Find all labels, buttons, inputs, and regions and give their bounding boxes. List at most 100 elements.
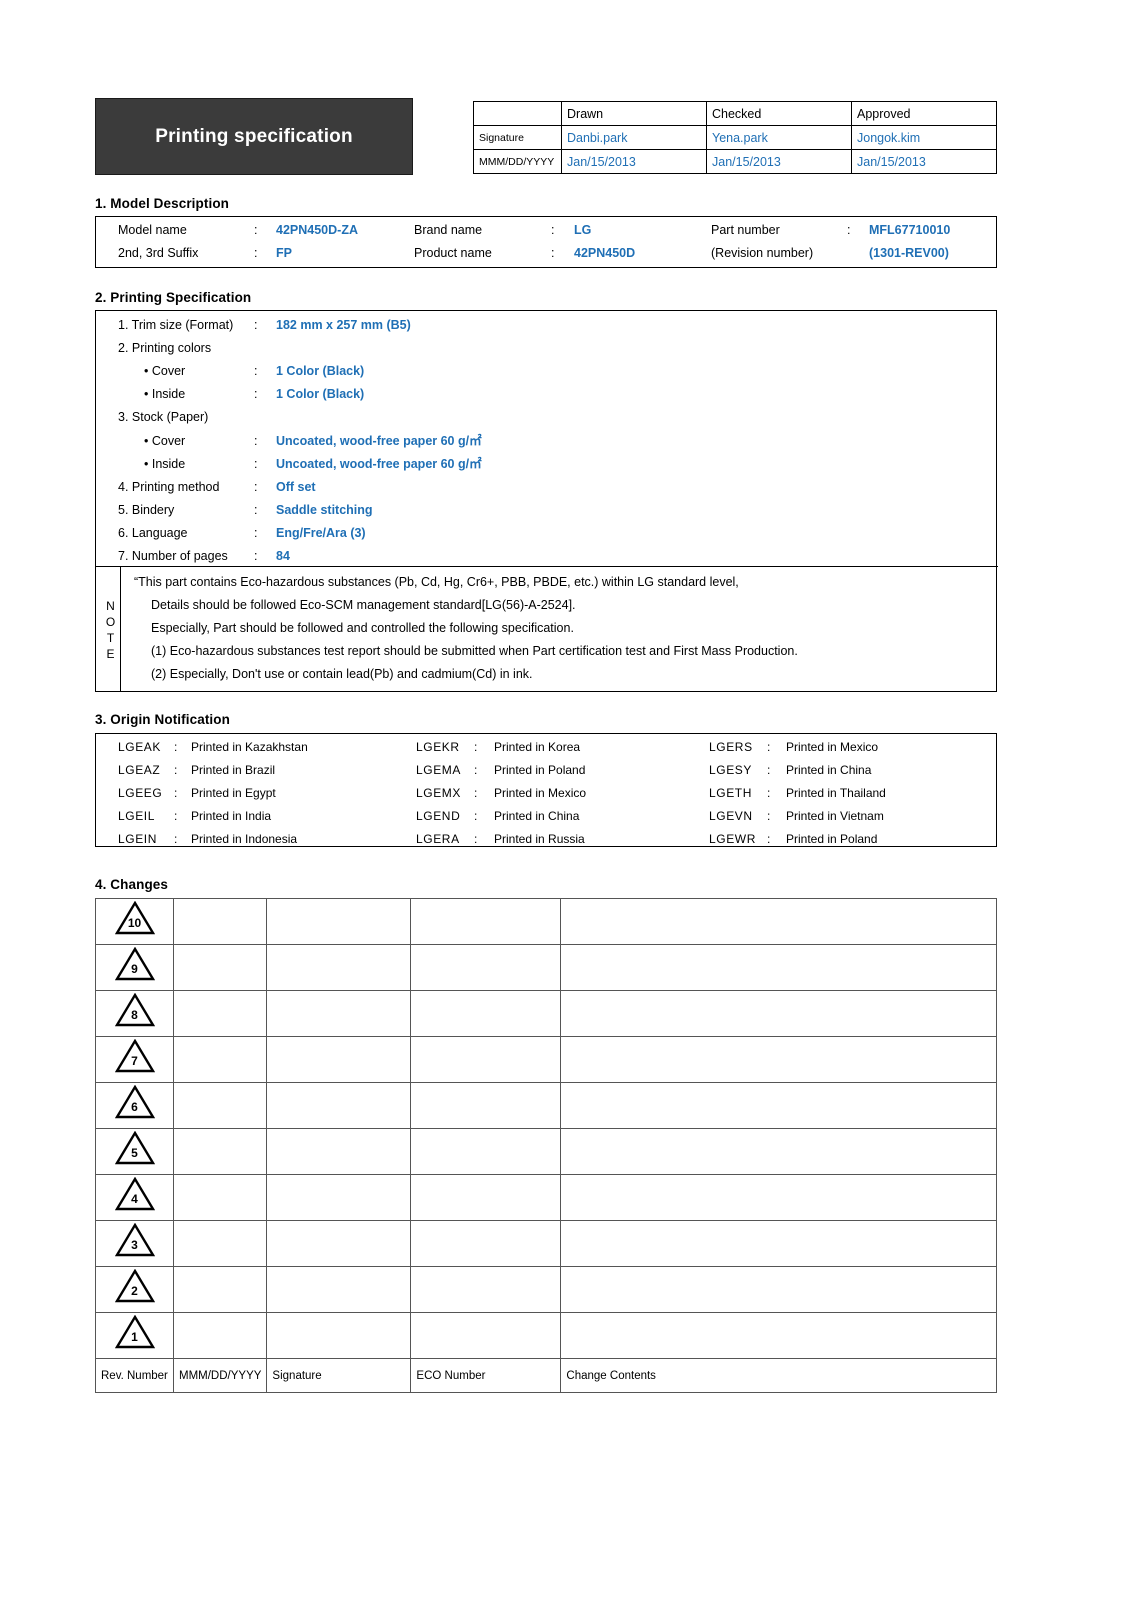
spec-value-bindery: Saddle stitching xyxy=(276,503,373,517)
origin-name-lgekr: Printed in Korea xyxy=(494,740,581,754)
rev-marker-cell: 3 xyxy=(95,1220,174,1267)
revision-number-value: (1301-REV00) xyxy=(869,246,949,260)
rev-date-cell[interactable] xyxy=(172,1174,268,1221)
rev-marker-cell: 5 xyxy=(95,1128,174,1175)
rev-contents-cell[interactable] xyxy=(560,1220,997,1267)
table-row[interactable]: 2 xyxy=(95,1266,997,1313)
revision-triangle-icon: 2 xyxy=(114,1269,155,1303)
table-row[interactable]: 7 xyxy=(95,1036,997,1083)
rev-date-cell[interactable] xyxy=(172,1082,268,1129)
spec-colon-language: : xyxy=(254,526,258,540)
origin-colon-lgers: : xyxy=(767,740,771,754)
origin-name-lgema: Printed in Poland xyxy=(494,763,586,777)
rev-eco-cell[interactable] xyxy=(410,898,562,945)
origin-name-lgers: Printed in Mexico xyxy=(786,740,879,754)
revision-triangle-icon: 10 xyxy=(114,901,155,935)
rev-eco-cell[interactable] xyxy=(410,1036,562,1083)
signature-checked: Yena.park xyxy=(706,125,852,150)
origin-name-lgend: Printed in China xyxy=(494,809,580,823)
rev-signature-cell[interactable] xyxy=(266,1174,412,1221)
table-row[interactable]: 3 xyxy=(95,1220,997,1267)
rev-signature-cell[interactable] xyxy=(266,1082,412,1129)
rev-signature-cell[interactable] xyxy=(266,1220,412,1267)
rev-number: 5 xyxy=(131,1146,138,1160)
origin-name-lgeak: Printed in Kazakhstan xyxy=(191,740,308,754)
part-number-value: MFL67710010 xyxy=(869,223,951,237)
changes-footer-row: Rev. Number MMM/DD/YYYY Signature ECO Nu… xyxy=(95,1358,997,1393)
rev-date-cell[interactable] xyxy=(172,990,268,1037)
spec-value-stock-inside: Uncoated, wood-free paper 60 g/㎡ xyxy=(276,457,482,471)
table-row[interactable]: 4 xyxy=(95,1174,997,1221)
rev-number: 7 xyxy=(131,1054,138,1068)
rev-contents-cell[interactable] xyxy=(560,1128,997,1175)
origin-code-lgewr: LGEWR xyxy=(709,832,757,846)
spec-label-number-of-pages: 7. Number of pages xyxy=(118,549,228,563)
rev-contents-cell[interactable] xyxy=(560,1174,997,1221)
table-row[interactable]: 10 xyxy=(95,898,997,945)
printing-specification-document: Printing specification Drawn Checked App… xyxy=(0,0,1132,1600)
approval-col-checked: Checked xyxy=(706,101,852,126)
table-row[interactable]: 9 xyxy=(95,944,997,991)
rev-signature-cell[interactable] xyxy=(266,990,412,1037)
rev-contents-cell[interactable] xyxy=(560,944,997,991)
origin-colon-lgeeg: : xyxy=(174,786,178,800)
model-name-value: 42PN450D-ZA xyxy=(276,223,358,237)
rev-eco-cell[interactable] xyxy=(410,944,562,991)
rev-date-cell[interactable] xyxy=(172,1266,268,1313)
origin-name-lgevn: Printed in Vietnam xyxy=(786,809,884,823)
rev-date-cell[interactable] xyxy=(172,898,268,945)
rev-eco-cell[interactable] xyxy=(410,990,562,1037)
rev-signature-cell[interactable] xyxy=(266,1128,412,1175)
rev-eco-cell[interactable] xyxy=(410,1312,562,1359)
rev-eco-cell[interactable] xyxy=(410,1174,562,1221)
rev-marker-cell: 6 xyxy=(95,1082,174,1129)
note-box: N O T E “This part contains Eco-hazardou… xyxy=(96,566,998,692)
origin-name-lgeaz: Printed in Brazil xyxy=(191,763,276,777)
rev-contents-cell[interactable] xyxy=(560,898,997,945)
printing-specification-box: 1. Trim size (Format) : 182 mm x 257 mm … xyxy=(95,310,998,692)
rev-date-cell[interactable] xyxy=(172,1036,268,1083)
origin-colon-lgevn: : xyxy=(767,809,771,823)
table-row[interactable]: 1 xyxy=(95,1312,997,1359)
rev-date-cell[interactable] xyxy=(172,944,268,991)
rev-marker-cell: 4 xyxy=(95,1174,174,1221)
rev-eco-cell[interactable] xyxy=(410,1266,562,1313)
spec-colon-colors-inside: : xyxy=(254,387,258,401)
rev-contents-cell[interactable] xyxy=(560,1082,997,1129)
rev-signature-cell[interactable] xyxy=(266,898,412,945)
rev-eco-cell[interactable] xyxy=(410,1128,562,1175)
note-line-3: Especially, Part should be followed and … xyxy=(151,621,574,635)
table-row[interactable]: 8 xyxy=(95,990,997,1037)
origin-name-lgeil: Printed in India xyxy=(191,809,272,823)
section-heading-changes: 4. Changes xyxy=(95,877,169,892)
rev-date-cell[interactable] xyxy=(172,1220,268,1267)
rev-contents-cell[interactable] xyxy=(560,990,997,1037)
rev-signature-cell[interactable] xyxy=(266,1312,412,1359)
brand-name-value: LG xyxy=(574,223,592,237)
document-header: Printing specification Drawn Checked App… xyxy=(95,98,997,176)
rev-marker-cell: 2 xyxy=(95,1266,174,1313)
origin-code-lgeak: LGEAK xyxy=(118,740,162,754)
rev-contents-cell[interactable] xyxy=(560,1312,997,1359)
rev-signature-cell[interactable] xyxy=(266,944,412,991)
rev-date-cell[interactable] xyxy=(172,1128,268,1175)
footer-signature: Signature xyxy=(266,1358,412,1393)
section-heading-printing-specification: 2. Printing Specification xyxy=(95,290,252,305)
part-number-colon: : xyxy=(847,223,851,237)
rev-date-cell[interactable] xyxy=(172,1312,268,1359)
rev-eco-cell[interactable] xyxy=(410,1220,562,1267)
rev-contents-cell[interactable] xyxy=(560,1266,997,1313)
table-row[interactable]: 5 xyxy=(95,1128,997,1175)
rev-signature-cell[interactable] xyxy=(266,1036,412,1083)
origin-colon-lgeaz: : xyxy=(174,763,178,777)
rev-eco-cell[interactable] xyxy=(410,1082,562,1129)
rev-contents-cell[interactable] xyxy=(560,1036,997,1083)
rev-number: 8 xyxy=(131,1008,138,1022)
table-row[interactable]: 6 xyxy=(95,1082,997,1129)
rev-number: 4 xyxy=(131,1192,138,1206)
origin-code-lgeil: LGEIL xyxy=(118,809,156,823)
product-name-label: Product name xyxy=(414,246,492,260)
origin-colon-lgemx: : xyxy=(474,786,478,800)
rev-signature-cell[interactable] xyxy=(266,1266,412,1313)
spec-value-colors-inside: 1 Color (Black) xyxy=(276,387,365,401)
